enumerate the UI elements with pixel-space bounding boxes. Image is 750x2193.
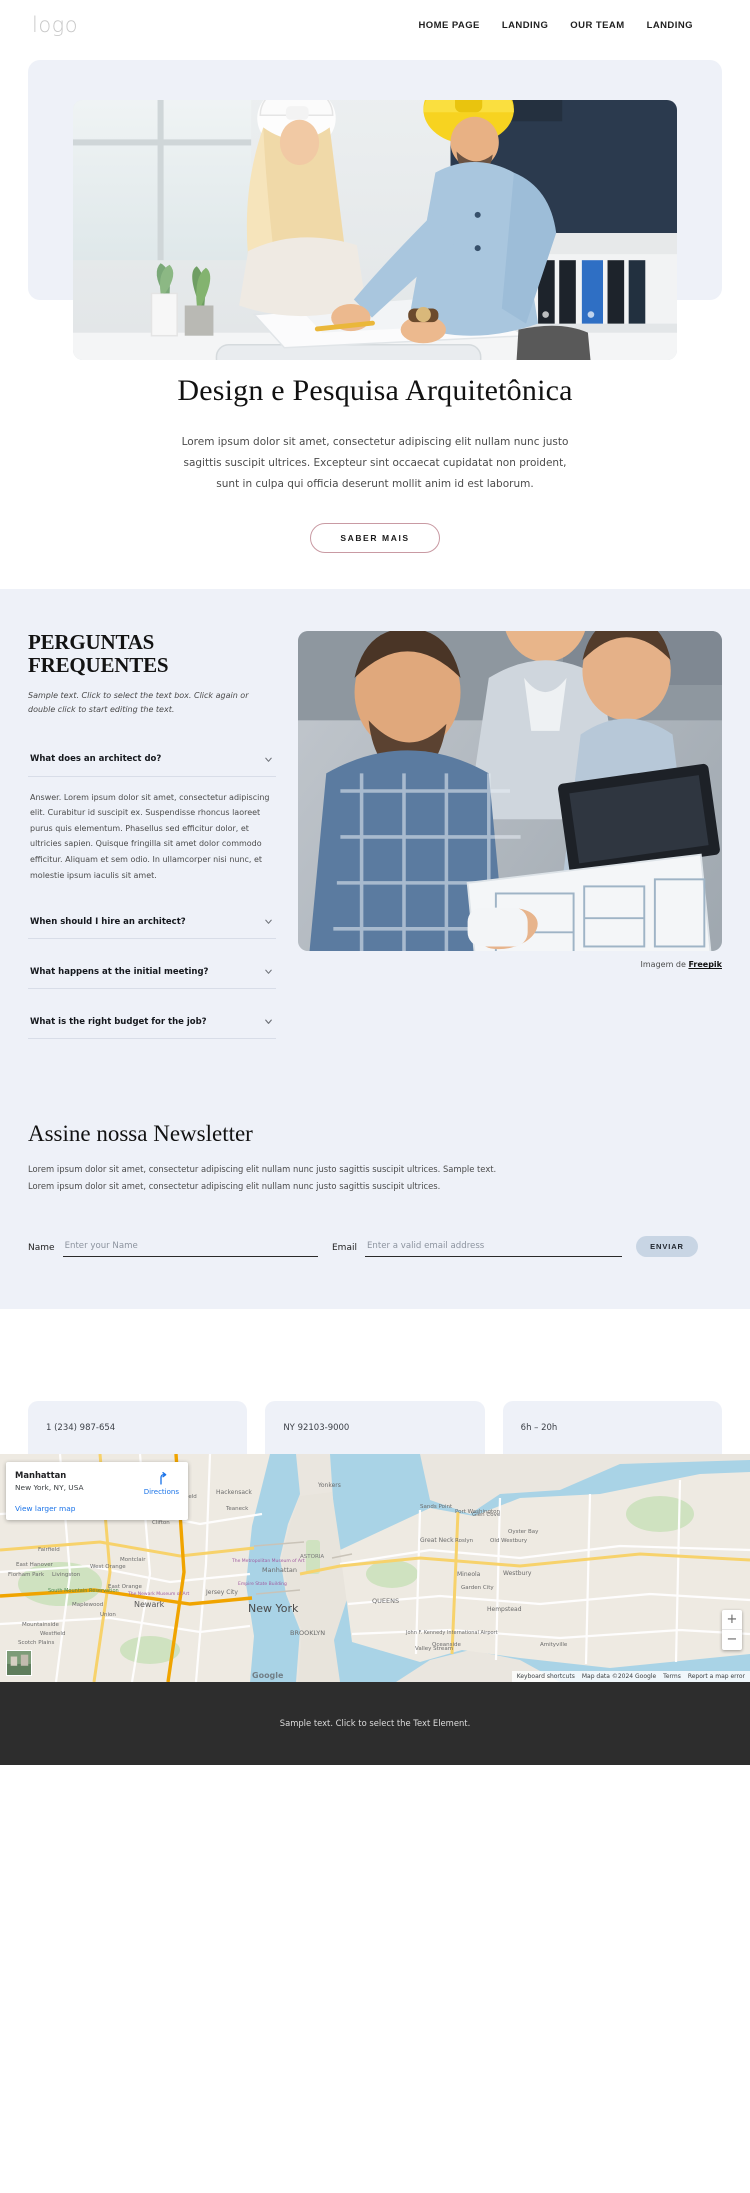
name-input[interactable] [62, 1238, 318, 1257]
newsletter-section: Assine nossa Newsletter Lorem ipsum dolo… [0, 1087, 750, 1309]
contact-cards-section: 1 (234) 987-654 NY 92103-9000 6h – 20h [0, 1308, 750, 1454]
name-field-group: Name [28, 1238, 318, 1257]
map-directions-label: Directions [143, 1487, 179, 1496]
site-footer: Sample text. Click to select the Text El… [0, 1681, 750, 1765]
map-info-card: Manhattan New York, NY, USA Directions V… [6, 1461, 188, 1520]
map-place-name: Manhattan [15, 1469, 67, 1480]
main-navigation: HOME PAGE LANDING OUR TEAM LANDING [418, 20, 718, 31]
nav-item-landing-1[interactable]: LANDING [502, 20, 548, 31]
email-label: Email [332, 1242, 357, 1253]
page-title: Design e Pesquisa Arquitetônica [177, 374, 573, 407]
hero-paragraph: Lorem ipsum dolor sit amet, consectetur … [181, 436, 569, 491]
name-label: Name [28, 1242, 55, 1253]
contact-phone-value: 1 (234) 987-654 [46, 1422, 116, 1433]
contact-address-value: NY 92103-9000 [283, 1422, 350, 1433]
map-attr-data: Map data ©2024 Google [581, 1672, 657, 1680]
faq-question-label-1: What does an architect do? [30, 754, 162, 765]
faq-right-column: Imagem de Freepik [298, 631, 722, 969]
map-place-address: New York, NY, USA [15, 1482, 84, 1492]
saber-mais-button[interactable]: SABER MAIS [310, 523, 440, 554]
faq-question-label-3: What happens at the initial meeting? [30, 966, 209, 977]
contact-hours-value: 6h – 20h [520, 1422, 558, 1433]
faq-answer-1: Answer. Lorem ipsum dolor sit amet, cons… [30, 792, 270, 880]
newsletter-form: Name Email ENVIAR [28, 1235, 722, 1257]
map-zoom-controls: + − [722, 1609, 742, 1650]
map-directions-button[interactable]: Directions [144, 1470, 179, 1496]
directions-icon [153, 1470, 169, 1486]
map-attr-shortcuts[interactable]: Keyboard shortcuts [517, 1673, 575, 1680]
faq-question-toggle-2[interactable]: When should I hire an architect? [28, 903, 276, 938]
faq-section: PERGUNTAS FREQUENTES Sample text. Click … [0, 589, 750, 1088]
faq-question-label-4: What is the right budget for the job? [30, 1016, 207, 1027]
footer-text: Sample text. Click to select the Text El… [279, 1718, 471, 1729]
faq-item-1: What does an architect do? [28, 741, 276, 777]
faq-accordion: What does an architect do? Answer. Lorem… [28, 741, 276, 1040]
freepik-link[interactable]: Freepik [688, 960, 722, 969]
map-attr-terms[interactable]: Terms [663, 1673, 681, 1680]
hero-image-architects [73, 100, 677, 360]
faq-item-2: When should I hire an architect? [28, 903, 276, 940]
faq-question-toggle-3[interactable]: What happens at the initial meeting? [28, 953, 276, 988]
faq-question-toggle-1[interactable]: What does an architect do? [28, 741, 276, 776]
email-input[interactable] [364, 1238, 622, 1257]
faq-subtitle: Sample text. Click to select the text bo… [28, 690, 249, 714]
zoom-out-button[interactable]: − [722, 1630, 742, 1650]
site-logo[interactable]: logo [32, 13, 78, 37]
hero-background-band [28, 60, 722, 360]
map-section[interactable]: New York Manhattan BROOKLYN QUEENS Newark Jer… [0, 1453, 750, 1682]
map-street-view-thumbnail[interactable] [6, 1649, 32, 1676]
site-header: logo HOME PAGE LANDING OUR TEAM LANDING [0, 0, 750, 50]
chevron-down-icon [263, 754, 274, 765]
faq-item-4: What is the right budget for the job? [28, 1003, 276, 1040]
faq-heading: PERGUNTAS FREQUENTES [28, 631, 276, 677]
faq-left-column: PERGUNTAS FREQUENTES Sample text. Click … [28, 631, 276, 1040]
chevron-down-icon [263, 916, 274, 927]
newsletter-heading: Assine nossa Newsletter [28, 1121, 253, 1147]
faq-image-team [298, 631, 722, 952]
google-logo: Google [252, 1670, 284, 1680]
chevron-down-icon [263, 1016, 274, 1027]
faq-question-toggle-4[interactable]: What is the right budget for the job? [28, 1003, 276, 1038]
chevron-down-icon [263, 966, 274, 977]
hero-section: Design e Pesquisa Arquitetônica Lorem ip… [0, 60, 750, 590]
nav-item-home-page[interactable]: HOME PAGE [418, 20, 479, 31]
map-attribution: Keyboard shortcuts Map data ©2024 Google… [511, 1670, 750, 1682]
faq-heading-line1: PERGUNTAS [28, 630, 155, 655]
hero-text-block: Design e Pesquisa Arquitetônica Lorem ip… [0, 372, 750, 554]
enviar-button[interactable]: ENVIAR [636, 1235, 698, 1257]
nav-item-landing-2[interactable]: LANDING [647, 20, 693, 31]
image-credit: Imagem de Freepik [298, 960, 722, 969]
nav-item-our-team[interactable]: OUR TEAM [570, 20, 624, 31]
image-credit-prefix: Imagem de [640, 960, 689, 970]
faq-question-label-2: When should I hire an architect? [30, 916, 186, 927]
view-larger-map-link[interactable]: View larger map [15, 1504, 179, 1513]
contact-card-phone[interactable]: 1 (234) 987-654 [28, 1400, 248, 1454]
faq-heading-line2: FREQUENTES [28, 653, 169, 678]
contact-card-hours[interactable]: 6h – 20h [502, 1400, 722, 1454]
map-attr-report[interactable]: Report a map error [688, 1673, 745, 1680]
email-field-group: Email [332, 1238, 622, 1257]
zoom-in-button[interactable]: + [722, 1610, 742, 1630]
faq-item-3: What happens at the initial meeting? [28, 953, 276, 990]
newsletter-paragraph: Lorem ipsum dolor sit amet, consectetur … [28, 1164, 497, 1191]
contact-card-address[interactable]: NY 92103-9000 [265, 1400, 485, 1454]
